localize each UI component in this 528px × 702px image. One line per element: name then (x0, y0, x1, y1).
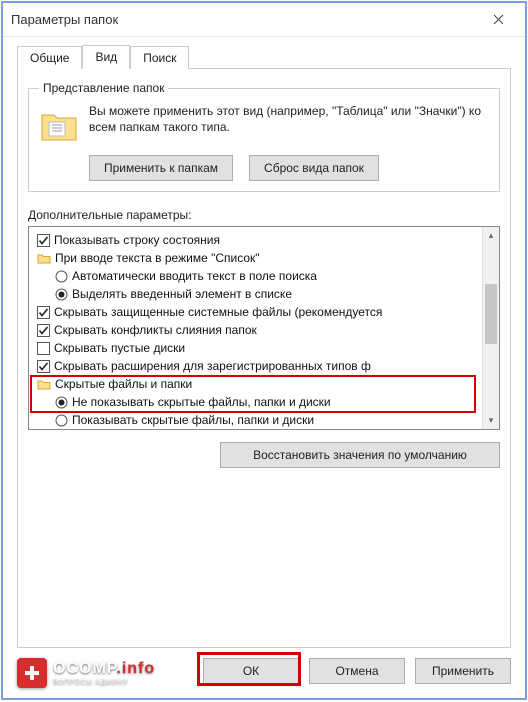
advanced-settings-label: Дополнительные параметры: (28, 208, 500, 222)
tree-item[interactable]: Автоматически вводить текст в поле поиск… (31, 267, 480, 285)
tree-item-label: При вводе текста в режиме "Список" (55, 251, 260, 265)
close-button[interactable] (479, 6, 517, 34)
close-icon (493, 12, 504, 28)
tree-item[interactable]: Скрывать конфликты слияния папок (31, 321, 480, 339)
tree-item[interactable]: Скрытые файлы и папки (31, 375, 480, 393)
window-title: Параметры папок (11, 12, 479, 27)
tree-item[interactable]: Скрывать пустые диски (31, 339, 480, 357)
tree-item[interactable]: Показывать скрытые файлы, папки и диски (31, 411, 480, 429)
checkbox-icon (37, 234, 50, 247)
ok-button[interactable]: ОК (203, 658, 299, 684)
tab-general[interactable]: Общие (17, 46, 82, 69)
scroll-thumb[interactable] (485, 284, 497, 344)
folder-icon (37, 251, 51, 265)
watermark-subtitle: ВОПРОСЫ АДМИНУ (53, 679, 155, 686)
watermark-overlay: OCOMP.info ВОПРОСЫ АДМИНУ (17, 658, 155, 688)
tree-item-label: Скрытые файлы и папки (55, 377, 192, 391)
folder-views-group: Представление папок Вы можете применить … (28, 81, 500, 192)
tab-search[interactable]: Поиск (130, 46, 189, 69)
radio-icon (55, 396, 68, 409)
tree-item-label: Скрывать расширения для зарегистрированн… (54, 359, 371, 373)
tree-item-label: Выделять введенный элемент в списке (72, 287, 292, 301)
apply-button[interactable]: Применить (415, 658, 511, 684)
checkbox-icon (37, 306, 50, 319)
restore-defaults-button[interactable]: Восстановить значения по умолчанию (220, 442, 500, 468)
folder-views-text: Вы можете применить этот вид (например, … (89, 103, 489, 135)
radio-icon (55, 288, 68, 301)
tree-scrollbar[interactable]: ▴ ▾ (482, 227, 499, 429)
advanced-settings-tree[interactable]: Показывать строку состояния При вводе тек… (28, 226, 500, 430)
folder-icon (37, 377, 51, 391)
folder-icon (39, 105, 79, 145)
folder-views-legend: Представление папок (39, 81, 168, 95)
plus-icon (17, 658, 47, 688)
radio-icon (55, 270, 68, 283)
apply-to-folders-button[interactable]: Применить к папкам (89, 155, 233, 181)
scroll-down-icon[interactable]: ▾ (483, 412, 499, 429)
cancel-button[interactable]: Отмена (309, 658, 405, 684)
tab-view[interactable]: Вид (82, 45, 130, 69)
tree-item[interactable]: Скрывать расширения для зарегистрированн… (31, 357, 480, 375)
radio-icon (55, 414, 68, 427)
scroll-up-icon[interactable]: ▴ (483, 227, 499, 244)
tab-panel-view: Представление папок Вы можете применить … (17, 68, 511, 648)
tree-item-label: Скрывать пустые диски (54, 341, 185, 355)
tree-item-label: Скрывать защищенные системные файлы (рек… (54, 305, 382, 319)
tree-item-label: Автоматически вводить текст в поле поиск… (72, 269, 317, 283)
checkbox-icon (37, 342, 50, 355)
tree-item-label: Показывать строку состояния (54, 233, 220, 247)
tree-item[interactable]: Не показывать скрытые файлы, папки и дис… (31, 393, 480, 411)
tree-item[interactable]: При вводе текста в режиме "Список" (31, 249, 480, 267)
titlebar: Параметры папок (3, 3, 525, 37)
tree-item-label: Показывать скрытые файлы, папки и диски (72, 413, 314, 427)
watermark-brand: OCOMP.info (53, 661, 155, 677)
tab-strip: Общие Вид Поиск (17, 43, 511, 69)
tree-item[interactable]: Показывать строку состояния (31, 231, 480, 249)
checkbox-icon (37, 360, 50, 373)
tree-item[interactable]: Скрывать защищенные системные файлы (рек… (31, 303, 480, 321)
tree-item-label: Скрывать конфликты слияния папок (54, 323, 257, 337)
reset-folders-button[interactable]: Сброс вида папок (249, 155, 379, 181)
checkbox-icon (37, 324, 50, 337)
tree-item-label: Не показывать скрытые файлы, папки и дис… (72, 395, 331, 409)
tree-item[interactable]: Выделять введенный элемент в списке (31, 285, 480, 303)
